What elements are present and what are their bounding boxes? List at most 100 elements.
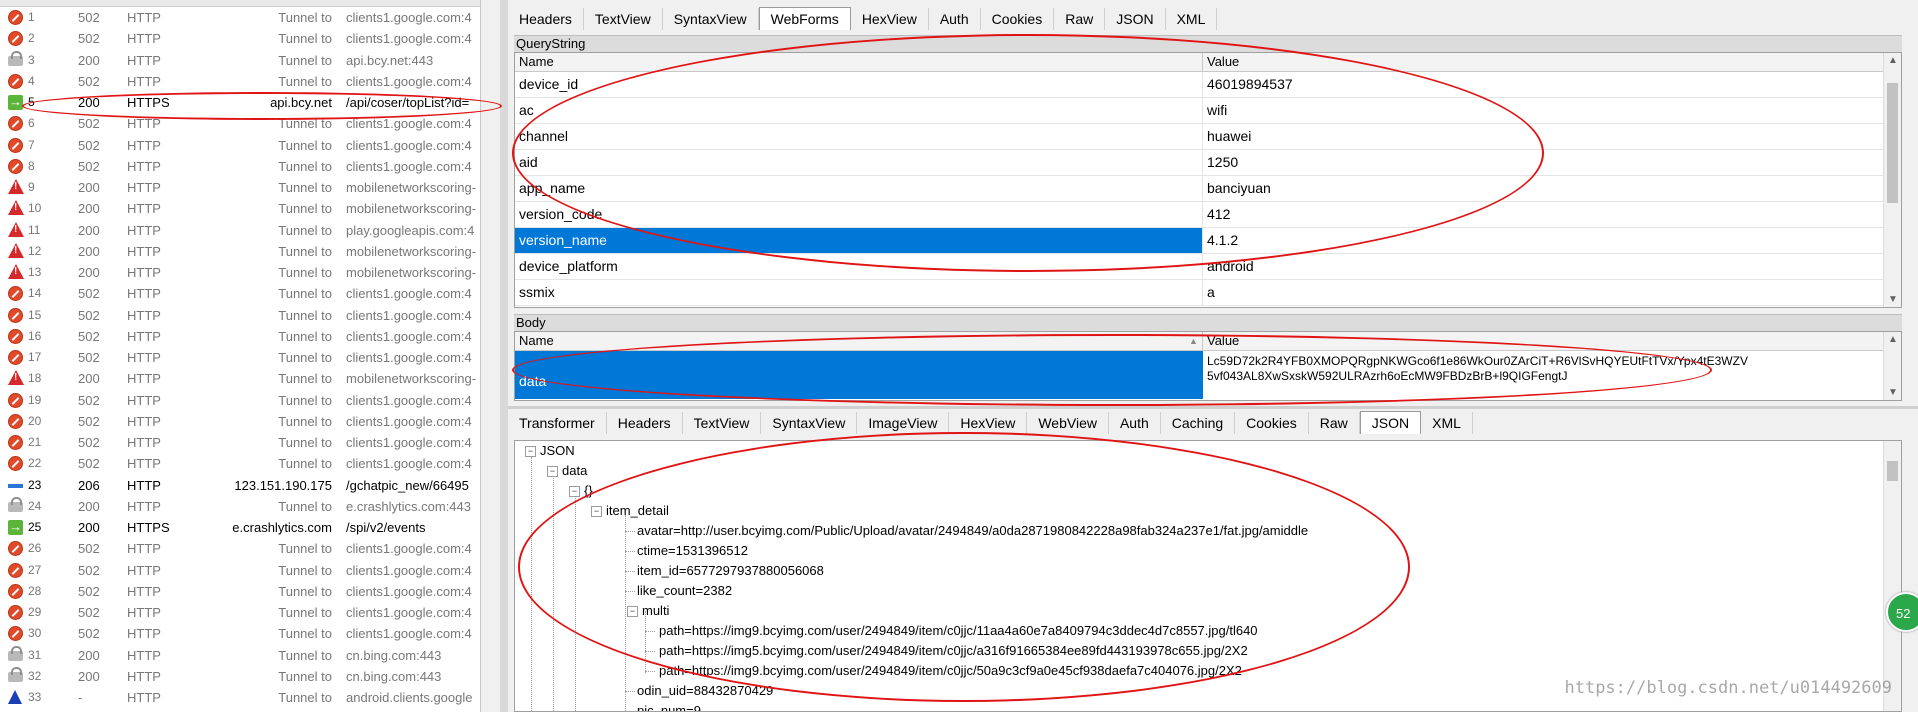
session-row[interactable]: 25 200 HTTPS e.crashlytics.com/spi/v2/event… <box>0 516 480 538</box>
session-row[interactable]: 33 - HTTP Tunnel to android.clients.google <box>0 687 480 708</box>
session-row[interactable]: 18 200 HTTP Tunnel to mobilenetworkscoring- <box>0 368 480 389</box>
tree-node-like-count[interactable]: like_count=2382 <box>637 581 732 601</box>
session-row[interactable]: 31 200 HTTP Tunnel to cn.bing.com:443 <box>0 645 480 666</box>
request-tab-xml[interactable]: XML <box>1166 8 1218 30</box>
session-row[interactable]: 21 502 HTTP Tunnel to clients1.google.com:4 <box>0 432 480 453</box>
response-tab-hexview[interactable]: HexView <box>949 412 1028 434</box>
pane-splitter[interactable] <box>508 406 1918 409</box>
tree-node-path[interactable]: path=https://img9.bcyimg.com/user/249484… <box>659 621 1258 641</box>
session-row[interactable]: 11 200 HTTP Tunnel to play.googleapis.com:4 <box>0 220 480 241</box>
querystring-scrollbar[interactable]: ▲ ▼ <box>1883 53 1901 307</box>
tree-node-odin-uid[interactable]: odin_uid=88432870429 <box>637 681 773 701</box>
value-column-header[interactable]: Value <box>1203 53 1883 71</box>
request-tab-cookies[interactable]: Cookies <box>981 8 1055 30</box>
querystring-row[interactable]: channel huawei <box>515 124 1901 150</box>
collapse-icon[interactable]: − <box>525 446 536 458</box>
response-tab-cookies[interactable]: Cookies <box>1235 412 1309 434</box>
request-tab-auth[interactable]: Auth <box>929 8 981 30</box>
tree-node-array-item[interactable]: −{} <box>569 481 593 501</box>
splitter[interactable] <box>500 0 508 712</box>
session-row[interactable]: 1 502 HTTP Tunnel to clients1.google.com:4 <box>0 7 480 28</box>
session-list[interactable]: 1 502 HTTP Tunnel to clients1.google.com:4 2 5… <box>0 0 481 712</box>
request-tab-webforms[interactable]: WebForms <box>758 7 851 30</box>
response-tab-textview[interactable]: TextView <box>683 412 762 434</box>
json-tree-view[interactable]: − JSON − data −{} − item_detail avatar=http… <box>514 440 1902 712</box>
querystring-row[interactable]: device_platform android <box>515 254 1901 280</box>
collapse-icon[interactable]: − <box>547 466 558 478</box>
querystring-row[interactable]: ac wifi <box>515 98 1901 124</box>
session-row[interactable]: 26 502 HTTP Tunnel to clients1.google.com:4 <box>0 538 480 559</box>
querystring-row[interactable]: aid 1250 <box>515 150 1901 176</box>
session-row[interactable]: 14 502 HTTP Tunnel to clients1.google.com:4 <box>0 283 480 304</box>
response-tab-transformer[interactable]: Transformer <box>508 412 607 434</box>
session-row[interactable]: 2 502 HTTP Tunnel to clients1.google.com:4 <box>0 28 480 49</box>
session-row[interactable]: 6 502 HTTP Tunnel to clients1.google.com:4 <box>0 113 480 134</box>
session-row[interactable]: 20 502 HTTP Tunnel to clients1.google.com:4 <box>0 411 480 432</box>
querystring-row[interactable]: version_name 4.1.2 <box>515 228 1901 254</box>
response-tab-headers[interactable]: Headers <box>607 412 683 434</box>
json-tree-scrollbar[interactable] <box>1883 441 1901 711</box>
request-tab-textview[interactable]: TextView <box>584 8 663 30</box>
session-row[interactable]: 32 200 HTTP Tunnel to cn.bing.com:443 <box>0 666 480 687</box>
request-tab-syntaxview[interactable]: SyntaxView <box>663 8 759 30</box>
tree-node-pic-num[interactable]: pic_num=9 <box>637 701 701 711</box>
session-row[interactable]: 9 200 HTTP Tunnel to mobilenetworkscoring- <box>0 177 480 198</box>
tree-node-data[interactable]: − data <box>547 461 587 481</box>
scroll-down-icon[interactable]: ▼ <box>1888 294 1898 305</box>
tree-node-item-detail[interactable]: − item_detail <box>591 501 669 521</box>
querystring-row[interactable]: device_id 46019894537 <box>515 72 1901 98</box>
session-row[interactable]: 24 200 HTTP Tunnel to e.crashlytics.com:443 <box>0 496 480 517</box>
response-tab-auth[interactable]: Auth <box>1109 412 1161 434</box>
scroll-down-icon[interactable]: ▼ <box>1888 387 1898 398</box>
session-row[interactable]: 23 206 HTTP 123.151.190.175/gchatpic_new/66… <box>0 475 480 496</box>
value-column-header[interactable]: Value <box>1203 332 1883 350</box>
tree-node-avatar[interactable]: avatar=http://user.bcyimg.com/Public/Upl… <box>637 521 1308 541</box>
response-tab-caching[interactable]: Caching <box>1161 412 1236 434</box>
tree-node-path[interactable]: path=https://img5.bcyimg.com/user/249484… <box>659 641 1248 661</box>
session-row[interactable]: 16 502 HTTP Tunnel to clients1.google.com:4 <box>0 326 480 347</box>
querystring-row[interactable]: app_name banciyuan <box>515 176 1901 202</box>
response-tab-imageview[interactable]: ImageView <box>857 412 950 434</box>
tree-node-ctime[interactable]: ctime=1531396512 <box>637 541 748 561</box>
response-tab-raw[interactable]: Raw <box>1309 412 1360 434</box>
scroll-thumb[interactable] <box>1887 461 1898 481</box>
response-tab-xml[interactable]: XML <box>1421 412 1473 434</box>
session-row[interactable]: 30 502 HTTP Tunnel to clients1.google.com:4 <box>0 623 480 644</box>
session-row[interactable]: 19 502 HTTP Tunnel to clients1.google.com:4 <box>0 390 480 411</box>
session-row[interactable]: 4 502 HTTP Tunnel to clients1.google.com:4 <box>0 71 480 92</box>
session-row[interactable]: 8 502 HTTP Tunnel to clients1.google.com:4 <box>0 156 480 177</box>
session-row[interactable]: 28 502 HTTP Tunnel to clients1.google.com:4 <box>0 581 480 602</box>
session-row[interactable]: 17 502 HTTP Tunnel to clients1.google.com:4 <box>0 347 480 368</box>
collapse-icon[interactable]: − <box>591 506 602 518</box>
response-tab-syntaxview[interactable]: SyntaxView <box>761 412 858 434</box>
request-tab-raw[interactable]: Raw <box>1054 8 1106 30</box>
body-row-data[interactable]: data Lc59D72k2R4YFB0XMOPQRgpNKWGco6f1e86… <box>515 351 1901 399</box>
session-row[interactable]: 13 200 HTTP Tunnel to mobilenetworkscoring- <box>0 262 480 283</box>
tree-node-item-id[interactable]: item_id=6577297937880056068 <box>637 561 824 581</box>
session-row[interactable]: 27 502 HTTP Tunnel to clients1.google.com:4 <box>0 560 480 581</box>
scroll-thumb[interactable] <box>1887 83 1898 203</box>
querystring-row[interactable]: version_code 412 <box>515 202 1901 228</box>
request-tab-hexview[interactable]: HexView <box>851 8 929 30</box>
request-tab-headers[interactable]: Headers <box>508 8 584 30</box>
session-row[interactable]: 15 502 HTTP Tunnel to clients1.google.com:4 <box>0 305 480 326</box>
request-tab-json[interactable]: JSON <box>1105 8 1166 30</box>
collapse-icon[interactable]: − <box>627 606 638 618</box>
notification-badge[interactable]: 52 <box>1886 592 1918 632</box>
scroll-up-icon[interactable]: ▲ <box>1888 55 1898 66</box>
name-column-header[interactable]: Name <box>515 53 1203 71</box>
body-scrollbar[interactable]: ▲ ▼ <box>1883 332 1901 400</box>
session-row[interactable]: 29 502 HTTP Tunnel to clients1.google.com:4 <box>0 602 480 623</box>
name-column-header[interactable]: Name <box>515 332 1203 350</box>
tree-node-root[interactable]: − JSON <box>525 441 575 461</box>
session-row[interactable]: 5 200 HTTPS api.bcy.net/api/coser/topList?i… <box>0 91 480 113</box>
collapse-icon[interactable]: − <box>569 486 580 498</box>
scroll-up-icon[interactable]: ▲ <box>1888 334 1898 345</box>
response-tab-json[interactable]: JSON <box>1359 411 1422 434</box>
tree-node-path[interactable]: path=https://img9.bcyimg.com/user/249484… <box>659 661 1242 681</box>
response-tab-webview[interactable]: WebView <box>1027 412 1109 434</box>
session-row[interactable]: 22 502 HTTP Tunnel to clients1.google.com:4 <box>0 453 480 474</box>
session-row[interactable]: 3 200 HTTP Tunnel to api.bcy.net:443 <box>0 50 480 71</box>
tree-node-multi[interactable]: − multi <box>627 601 669 621</box>
session-row[interactable]: 10 200 HTTP Tunnel to mobilenetworkscoring- <box>0 198 480 219</box>
